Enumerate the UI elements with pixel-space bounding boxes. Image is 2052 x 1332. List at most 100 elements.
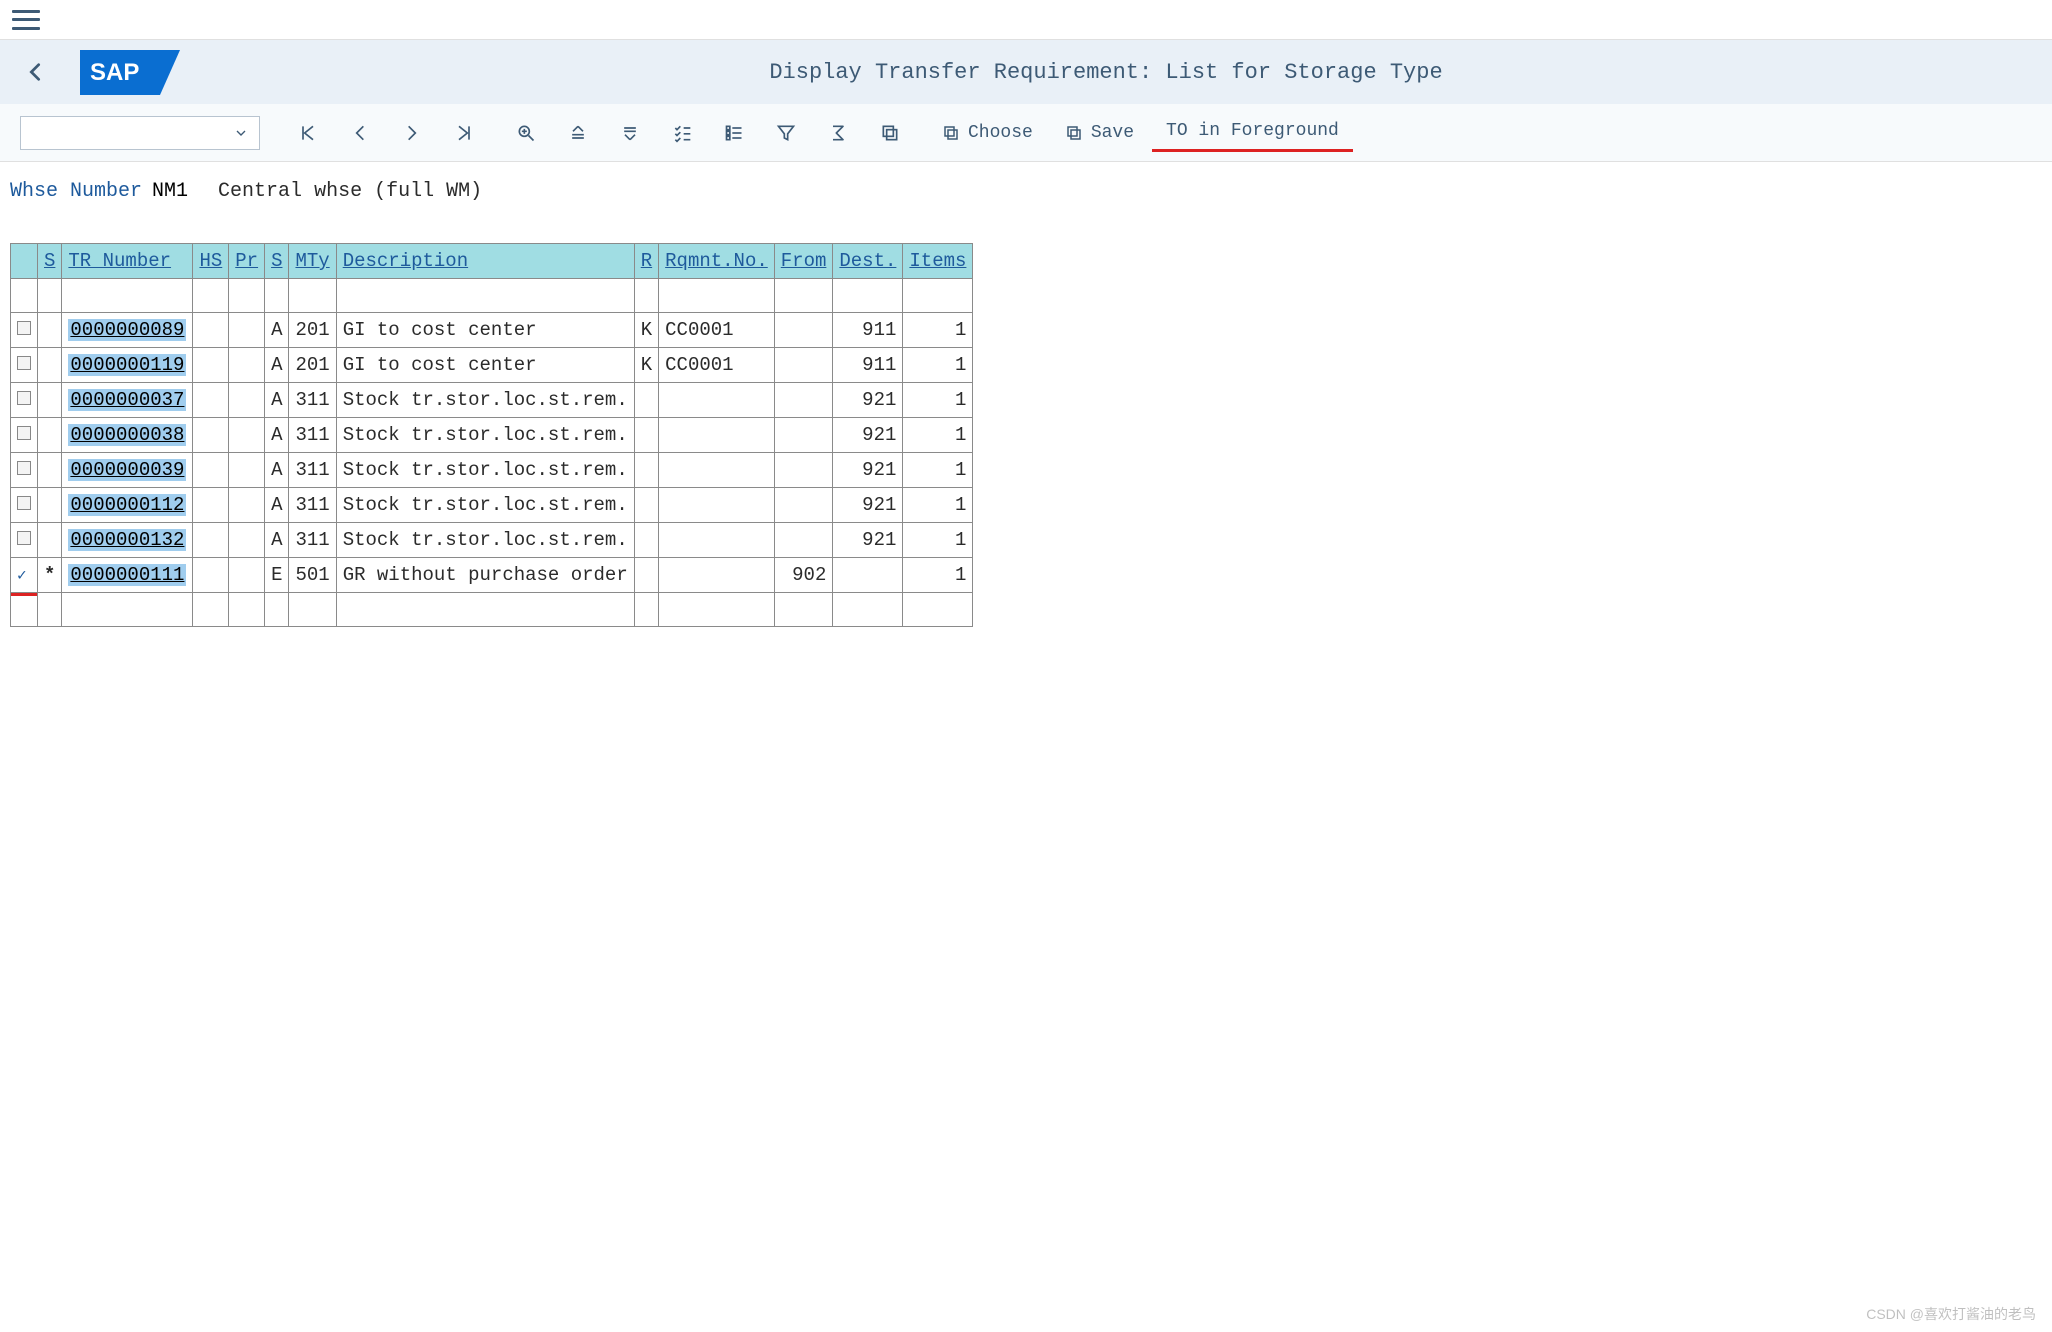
row-tr-number[interactable]: 0000000112 xyxy=(62,488,193,523)
table-row[interactable]: 0000000037A311Stock tr.stor.loc.st.rem.9… xyxy=(11,383,973,418)
row-selector[interactable] xyxy=(11,348,38,383)
row-star xyxy=(38,418,62,453)
col-rqmnt[interactable]: Rqmnt.No. xyxy=(659,244,775,279)
row-selector[interactable] xyxy=(11,453,38,488)
row-rqmnt xyxy=(659,418,775,453)
row-r: K xyxy=(634,313,658,348)
col-sel[interactable] xyxy=(11,244,38,279)
col-mty[interactable]: MTy xyxy=(289,244,336,279)
choose-button[interactable]: Choose xyxy=(928,114,1047,152)
row-from xyxy=(774,523,833,558)
back-button[interactable] xyxy=(20,61,50,83)
menu-bar xyxy=(0,0,2052,40)
table-row[interactable]: 0000000039A311Stock tr.stor.loc.st.rem.9… xyxy=(11,453,973,488)
row-from: 902 xyxy=(774,558,833,593)
row-star xyxy=(38,488,62,523)
row-pr xyxy=(229,313,265,348)
row-description: Stock tr.stor.loc.st.rem. xyxy=(336,453,634,488)
table-row[interactable]: 0000000132A311Stock tr.stor.loc.st.rem.9… xyxy=(11,523,973,558)
row-from xyxy=(774,418,833,453)
col-from[interactable]: From xyxy=(774,244,833,279)
next-icon[interactable] xyxy=(388,114,436,152)
row-selector[interactable] xyxy=(11,488,38,523)
table-row[interactable]: 0000000089A201GI to cost centerKCC000191… xyxy=(11,313,973,348)
row-tr-number[interactable]: 0000000132 xyxy=(62,523,193,558)
save-button[interactable]: Save xyxy=(1051,114,1148,152)
row-tr-number[interactable]: 0000000039 xyxy=(62,453,193,488)
row-tr-number[interactable]: 0000000119 xyxy=(62,348,193,383)
row-dest: 921 xyxy=(833,453,903,488)
copy-icon[interactable] xyxy=(866,114,914,152)
row-selector[interactable] xyxy=(11,313,38,348)
row-s: A xyxy=(265,348,289,383)
toolbar-dropdown[interactable] xyxy=(20,116,260,150)
row-tr-number[interactable]: 0000000089 xyxy=(62,313,193,348)
sort-asc-icon[interactable] xyxy=(554,114,602,152)
col-hs[interactable]: HS xyxy=(193,244,229,279)
table-row[interactable]: 0000000038A311Stock tr.stor.loc.st.rem.9… xyxy=(11,418,973,453)
row-items: 1 xyxy=(903,558,973,593)
row-r xyxy=(634,558,658,593)
tr-table: S TR Number HS Pr S MTy Description R Rq… xyxy=(10,243,973,627)
row-selector[interactable] xyxy=(11,523,38,558)
row-description: Stock tr.stor.loc.st.rem. xyxy=(336,523,634,558)
row-rqmnt xyxy=(659,558,775,593)
row-star xyxy=(38,348,62,383)
row-pr xyxy=(229,348,265,383)
filter-icon[interactable] xyxy=(762,114,810,152)
row-hs xyxy=(193,488,229,523)
prev-icon[interactable] xyxy=(336,114,384,152)
row-r xyxy=(634,488,658,523)
whse-description: Central whse (full WM) xyxy=(218,180,482,203)
row-hs xyxy=(193,383,229,418)
row-tr-number[interactable]: 0000000037 xyxy=(62,383,193,418)
zoom-icon[interactable] xyxy=(502,114,550,152)
sum-icon[interactable] xyxy=(814,114,862,152)
row-dest: 911 xyxy=(833,313,903,348)
row-pr xyxy=(229,418,265,453)
row-tr-number[interactable]: 0000000038 xyxy=(62,418,193,453)
col-s[interactable]: S xyxy=(38,244,62,279)
row-selector[interactable]: ✓ xyxy=(11,558,38,593)
last-icon[interactable] xyxy=(440,114,488,152)
row-selector[interactable] xyxy=(11,418,38,453)
col-tr-number[interactable]: TR Number xyxy=(62,244,193,279)
row-items: 1 xyxy=(903,453,973,488)
row-pr xyxy=(229,453,265,488)
row-hs xyxy=(193,313,229,348)
sort-desc-icon[interactable] xyxy=(606,114,654,152)
col-description[interactable]: Description xyxy=(336,244,634,279)
row-rqmnt xyxy=(659,383,775,418)
table-row[interactable]: 0000000112A311Stock tr.stor.loc.st.rem.9… xyxy=(11,488,973,523)
col-items[interactable]: Items xyxy=(903,244,973,279)
row-selector[interactable] xyxy=(11,383,38,418)
row-hs xyxy=(193,558,229,593)
table-row[interactable]: ✓*0000000111E501GR without purchase orde… xyxy=(11,558,973,593)
table-row[interactable]: 0000000119A201GI to cost centerKCC000191… xyxy=(11,348,973,383)
row-pr xyxy=(229,558,265,593)
row-rqmnt: CC0001 xyxy=(659,313,775,348)
row-items: 1 xyxy=(903,313,973,348)
first-icon[interactable] xyxy=(284,114,332,152)
row-s: A xyxy=(265,383,289,418)
row-rqmnt xyxy=(659,523,775,558)
row-rqmnt xyxy=(659,488,775,523)
row-mty: 501 xyxy=(289,558,336,593)
row-mty: 201 xyxy=(289,313,336,348)
checklist-icon[interactable] xyxy=(658,114,706,152)
row-description: GI to cost center xyxy=(336,313,634,348)
settings-list-icon[interactable] xyxy=(710,114,758,152)
toolbar: Choose Save TO in Foreground xyxy=(0,104,2052,162)
hamburger-icon[interactable] xyxy=(12,10,40,30)
col-r[interactable]: R xyxy=(634,244,658,279)
row-tr-number[interactable]: 0000000111 xyxy=(62,558,193,593)
to-in-foreground-button[interactable]: TO in Foreground xyxy=(1152,114,1353,152)
row-pr xyxy=(229,488,265,523)
col-pr[interactable]: Pr xyxy=(229,244,265,279)
col-dest[interactable]: Dest. xyxy=(833,244,903,279)
col-s2[interactable]: S xyxy=(265,244,289,279)
row-items: 1 xyxy=(903,523,973,558)
svg-text:SAP: SAP xyxy=(90,59,139,86)
row-r xyxy=(634,418,658,453)
whse-line: Whse Number NM1 Central whse (full WM) xyxy=(10,180,2042,203)
